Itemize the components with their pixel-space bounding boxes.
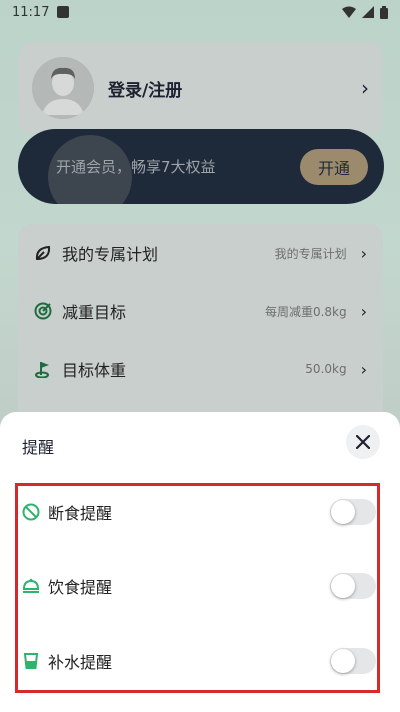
meal-reminder-toggle[interactable] (330, 573, 376, 599)
chevron-right-icon: › (360, 243, 367, 263)
reminder-water: 补水提醒 (22, 643, 378, 679)
menu-item-label: 我的专属计划 (62, 245, 159, 264)
status-time: 11:17 (12, 4, 50, 20)
reminder-meal: 饮食提醒 (22, 568, 378, 604)
menu-item-value: 我的专属计划 (274, 246, 347, 261)
chevron-right-icon: › (360, 359, 367, 379)
chevron-right-icon: › (360, 301, 367, 321)
menu-item-weight-goal[interactable]: 减重目标 每周减重0.8kg › (34, 282, 367, 340)
avatar-icon (32, 57, 94, 119)
app-icon (57, 6, 70, 18)
close-icon (356, 435, 370, 449)
sheet-title: 提醒 (22, 438, 55, 457)
signal-icon (362, 6, 374, 18)
battery-icon (380, 5, 388, 19)
menu-item-target-weight[interactable]: 目标体重 50.0kg › (34, 340, 367, 398)
close-button[interactable] (346, 425, 380, 459)
vip-promo-text: 开通会员，畅享7大权益 (56, 158, 216, 176)
menu-item-value: 50.0kg (305, 362, 347, 376)
meal-cover-icon (22, 577, 40, 595)
toggle-knob (331, 649, 355, 673)
water-reminder-toggle[interactable] (330, 648, 376, 674)
vip-open-button[interactable]: 开通 (299, 148, 368, 185)
status-indicators (342, 5, 388, 19)
reminder-label: 断食提醒 (48, 504, 113, 523)
menu-item-plan[interactable]: 我的专属计划 我的专属计划 › (34, 224, 367, 282)
reminder-label: 饮食提醒 (48, 578, 113, 597)
fasting-reminder-toggle[interactable] (330, 499, 376, 525)
no-eating-icon (22, 503, 40, 521)
menu-item-value: 每周减重0.8kg (264, 304, 347, 319)
profile-card[interactable]: 登录/注册 › (18, 42, 383, 134)
water-cup-icon (22, 652, 40, 670)
status-bar: 11:17 (0, 0, 400, 24)
reminder-label: 补水提醒 (48, 653, 113, 672)
target-icon (34, 302, 52, 320)
toggle-knob (331, 500, 355, 524)
vip-banner[interactable]: 开通会员，畅享7大权益 开通 (18, 129, 384, 204)
login-register-link[interactable]: 登录/注册 (108, 76, 182, 101)
flag-icon (34, 360, 52, 378)
menu-item-label: 减重目标 (62, 303, 127, 322)
menu-item-label: 目标体重 (62, 361, 127, 380)
wifi-icon (342, 6, 356, 18)
toggle-knob (331, 574, 355, 598)
reminder-fasting: 断食提醒 (22, 494, 378, 530)
chevron-right-icon: › (361, 76, 369, 100)
leaf-icon (34, 244, 52, 262)
reminder-sheet: 提醒 断食提醒 饮食提醒 补水提醒 (0, 412, 400, 712)
